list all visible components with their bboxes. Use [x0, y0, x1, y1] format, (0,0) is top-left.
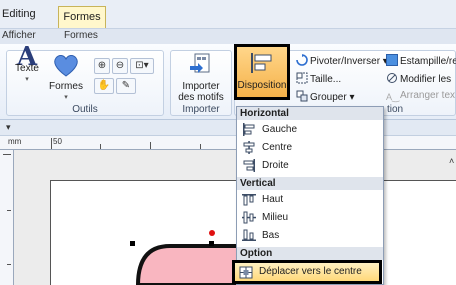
- modifier-button[interactable]: Modifier les: [386, 72, 451, 85]
- arrange-text-icon: A‿: [386, 92, 400, 102]
- align-center-item[interactable]: Centre: [240, 139, 380, 156]
- ruler-tick: [7, 264, 11, 265]
- tab-afficher[interactable]: Afficher: [2, 30, 36, 41]
- horizontal-section-header: Horizontal: [237, 107, 383, 120]
- align-right-icon: [243, 159, 255, 172]
- estampille-button[interactable]: Estampille/re: [386, 54, 456, 67]
- align-left-label: Gauche: [262, 124, 298, 135]
- vertical-section-header: Vertical: [237, 177, 383, 190]
- selection-handle[interactable]: [130, 241, 135, 246]
- hand-pan-icon[interactable]: ✋: [94, 78, 114, 94]
- outils-group-label: Outils: [72, 104, 98, 115]
- pivoter-inverser-button[interactable]: Pivoter/Inverser ▾: [296, 54, 388, 67]
- importer-group-label: Importer: [182, 104, 220, 115]
- align-bottom-label: Bas: [262, 230, 280, 241]
- ruler-tick: [51, 138, 52, 149]
- disposition-button[interactable]: Disposition: [234, 44, 290, 100]
- pivoter-label: Pivoter/Inverser: [310, 56, 381, 67]
- zoom-fit-icon[interactable]: ⊡▾: [130, 58, 154, 74]
- text-a-icon: A: [16, 42, 38, 72]
- rotate-icon: [296, 54, 308, 66]
- ruler-tick: [3, 154, 11, 155]
- zoom-in-icon[interactable]: ⊕: [94, 58, 110, 74]
- align-top-item[interactable]: Haut: [240, 191, 380, 208]
- edit-shape-icon: [386, 72, 398, 84]
- heart-shape-icon: [54, 55, 78, 77]
- estampille-label: Estampille/re: [400, 56, 456, 67]
- quick-bar: ▾: [0, 120, 456, 136]
- import-patterns-icon: [190, 53, 210, 73]
- ruler-tick: [100, 144, 101, 149]
- texte-dropdown-arrow-icon: ▾: [25, 76, 29, 83]
- align-left-icon: [243, 123, 255, 136]
- ruler-tick: [150, 142, 151, 149]
- selection-handle[interactable]: [209, 241, 214, 246]
- ruler-mark-50: 50: [53, 137, 62, 146]
- align-right-label: Droite: [262, 160, 289, 171]
- collapse-arrow-icon[interactable]: ▾: [6, 122, 11, 133]
- grouper-label: Grouper: [310, 92, 347, 103]
- align-right-item[interactable]: Droite: [240, 157, 380, 174]
- horizontal-ruler: mm 50: [0, 136, 456, 150]
- tab-formes[interactable]: Formes: [58, 6, 106, 28]
- importer-motifs-button[interactable]: Importer des motifs: [172, 52, 230, 103]
- formes-button[interactable]: Formes ▾: [48, 52, 84, 103]
- texte-button[interactable]: A Texte ▾: [12, 42, 42, 85]
- importer-label-line1: Importer: [182, 81, 220, 92]
- align-top-label: Haut: [262, 194, 284, 205]
- ruler-tick: [7, 210, 11, 211]
- scroll-up-arrow-icon[interactable]: ˄: [449, 156, 454, 166]
- align-center-label: Centre: [262, 142, 293, 153]
- move-to-center-label: Déplacer vers le centre: [259, 266, 362, 277]
- importer-label-line2: des motifs: [178, 92, 224, 103]
- ruler-unit-label: mm: [8, 137, 22, 146]
- align-center-icon: [243, 141, 255, 154]
- zoom-out-icon[interactable]: ⊖: [112, 58, 128, 74]
- option-section-header: Option: [237, 247, 383, 260]
- arranger-texte-button: A‿Arranger tex: [386, 90, 455, 104]
- disposition-group-label-fragment: tion: [386, 104, 404, 115]
- rotation-handle[interactable]: [209, 230, 215, 236]
- eyedropper-icon[interactable]: ✎: [116, 78, 136, 94]
- move-to-center-icon: [239, 266, 253, 279]
- ruler-tick: [200, 144, 201, 149]
- tab-formes-sub[interactable]: Formes: [64, 30, 98, 41]
- taille-button[interactable]: Taille...: [296, 72, 341, 85]
- align-bottom-item[interactable]: Bas: [240, 227, 380, 244]
- vertical-ruler: [0, 150, 14, 285]
- align-middle-label: Milieu: [262, 212, 289, 223]
- group-icon: [296, 90, 308, 102]
- tab-editing[interactable]: Editing: [0, 8, 38, 24]
- formes-dropdown-arrow-icon: ▾: [64, 94, 68, 101]
- modifier-label: Modifier les: [400, 74, 452, 85]
- move-to-center-item[interactable]: Déplacer vers le centre: [232, 260, 382, 284]
- texte-label: Texte: [15, 63, 39, 74]
- grouper-button[interactable]: Grouper ▾: [296, 90, 355, 103]
- formes-label: Formes: [49, 81, 83, 92]
- align-middle-icon: [242, 211, 256, 224]
- align-middle-item[interactable]: Milieu: [240, 209, 380, 226]
- align-left-item[interactable]: Gauche: [240, 121, 380, 138]
- arranger-label: Arranger tex: [400, 90, 456, 101]
- disposition-label: Disposition: [237, 80, 287, 91]
- stamp-icon: [386, 54, 398, 66]
- align-top-icon: [242, 194, 256, 206]
- align-bottom-icon: [242, 229, 256, 241]
- align-layout-icon: [251, 53, 272, 73]
- taille-label: Taille...: [310, 74, 342, 85]
- resize-icon: [296, 72, 308, 84]
- selected-rounded-shape[interactable]: [120, 228, 240, 285]
